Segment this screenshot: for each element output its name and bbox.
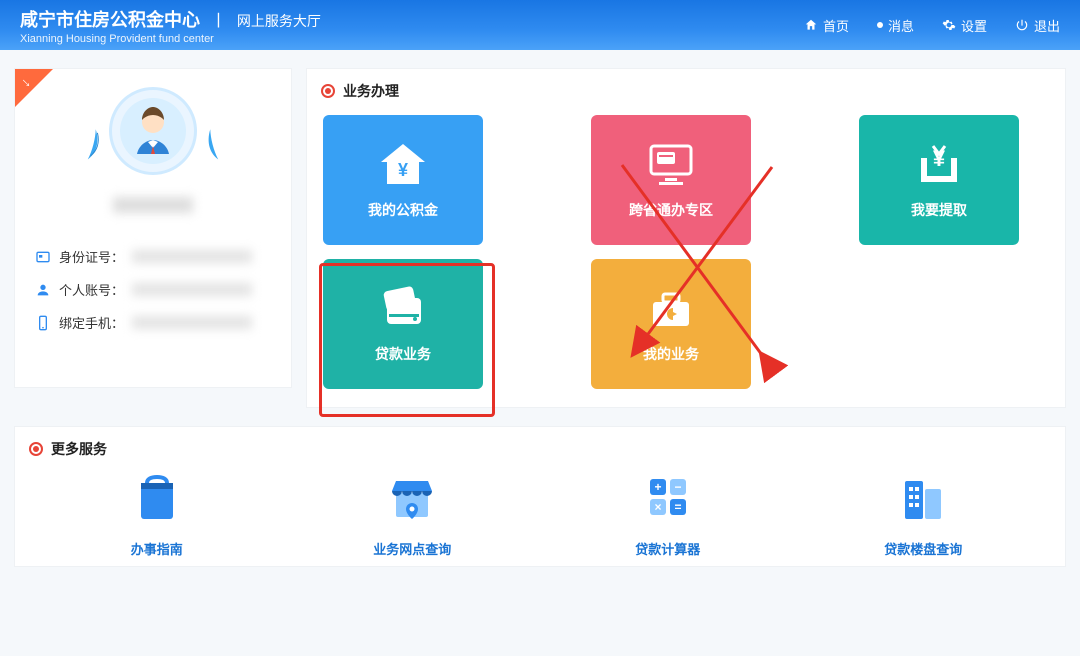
title-separator: 丨 xyxy=(204,13,232,30)
power-icon xyxy=(1015,18,1029,32)
house-yen-icon: ¥ xyxy=(375,140,431,190)
site-subtitle: 网上服务大厅 xyxy=(237,13,321,29)
tile-loan-label: 贷款业务 xyxy=(375,344,431,364)
row-phone: 绑定手机： xyxy=(35,306,271,339)
row-phone-label: 绑定手机： xyxy=(59,313,124,332)
tiles-row-1: ¥ 我的公积金 跨省通办专区 ¥ 我要提取 xyxy=(321,111,1051,251)
row-id-value-redacted xyxy=(132,250,252,263)
avatar-icon xyxy=(120,98,186,164)
panel-header-services: 业务办理 xyxy=(321,81,1051,101)
phone-icon xyxy=(35,315,51,331)
panel-more-services: 更多服务 办事指南 业务网点查询 + − × xyxy=(14,426,1066,567)
tile-cross-province[interactable]: 跨省通办专区 xyxy=(591,115,751,245)
buildings-icon xyxy=(891,469,955,525)
app-header: 咸宁市住房公积金中心 丨 网上服务大厅 Xianning Housing Pro… xyxy=(0,0,1080,50)
spacer xyxy=(769,115,841,116)
tile-loan[interactable]: 贷款业务 xyxy=(323,259,483,389)
service-calc-label: 贷款计算器 xyxy=(635,539,700,558)
row-id-label: 身份证号： xyxy=(59,247,124,266)
tile-my-business[interactable]: 我的业务 xyxy=(591,259,751,389)
nav-settings[interactable]: 设置 xyxy=(942,16,987,35)
tile-cross-province-label: 跨省通办专区 xyxy=(629,200,713,220)
panel-title-more: 更多服务 xyxy=(51,439,107,459)
panel-title-services: 业务办理 xyxy=(343,81,399,101)
id-card-icon xyxy=(35,249,51,265)
nav-logout-label: 退出 xyxy=(1034,16,1060,35)
home-icon xyxy=(804,18,818,32)
service-loan-estate-query[interactable]: 贷款楼盘查询 xyxy=(833,469,1013,558)
panel-header-more: 更多服务 xyxy=(29,439,1051,459)
service-estate-label: 贷款楼盘查询 xyxy=(884,539,962,558)
svg-text:+: + xyxy=(654,480,661,494)
nav-messages-label: 消息 xyxy=(888,16,914,35)
service-guide-label: 办事指南 xyxy=(131,539,183,558)
services-row: 办事指南 业务网点查询 + − × = 贷款计算器 xyxy=(29,469,1051,558)
panel-services: 业务办理 ¥ 我的公积金 跨省通办专区 xyxy=(306,68,1066,408)
svg-text:×: × xyxy=(654,500,661,514)
nav-settings-label: 设置 xyxy=(961,16,987,35)
avatar-wrap xyxy=(88,87,218,187)
laurel-right-icon xyxy=(182,119,232,162)
nav-home-label: 首页 xyxy=(823,16,849,35)
row-phone-value-redacted xyxy=(132,316,252,329)
spacer xyxy=(501,115,573,116)
row-account-value-redacted xyxy=(132,283,252,296)
row-account-label: 个人账号： xyxy=(59,280,124,299)
gear-icon xyxy=(942,18,956,32)
svg-text:=: = xyxy=(674,500,681,514)
svg-text:−: − xyxy=(674,480,681,494)
service-loan-calculator[interactable]: + − × = 贷款计算器 xyxy=(578,469,758,558)
avatar xyxy=(109,87,197,175)
tile-withdraw-label: 我要提取 xyxy=(911,200,967,220)
site-title: 咸宁市住房公积金中心 xyxy=(20,10,200,30)
site-title-en: Xianning Housing Provident fund center xyxy=(20,33,321,45)
row-id: 身份证号： xyxy=(35,240,271,273)
tiles-row-2: 贷款业务 我的业务 xyxy=(321,255,1051,395)
tile-my-business-label: 我的业务 xyxy=(643,344,699,364)
dot-icon xyxy=(877,22,883,28)
user-info-list: 身份证号： 个人账号： 绑定手机： xyxy=(35,240,271,339)
wallet-cards-icon xyxy=(375,284,431,334)
user-card: 身份证号： 个人账号： 绑定手机： xyxy=(14,68,292,388)
service-branch-query[interactable]: 业务网点查询 xyxy=(322,469,502,558)
store-icon xyxy=(380,469,444,525)
monitor-card-icon xyxy=(643,140,699,190)
spacer xyxy=(501,259,573,260)
user-name-redacted xyxy=(113,197,193,213)
service-branch-label: 业务网点查询 xyxy=(373,539,451,558)
top-nav: 首页 消息 设置 退出 xyxy=(804,16,1060,35)
nav-home[interactable]: 首页 xyxy=(804,16,849,35)
row-account: 个人账号： xyxy=(35,273,271,306)
nav-messages[interactable]: 消息 xyxy=(877,16,914,35)
site-title-block: 咸宁市住房公积金中心 丨 网上服务大厅 Xianning Housing Pro… xyxy=(20,6,321,45)
service-guide[interactable]: 办事指南 xyxy=(67,469,247,558)
tile-withdraw[interactable]: ¥ 我要提取 xyxy=(859,115,1019,245)
tile-my-fund[interactable]: ¥ 我的公积金 xyxy=(323,115,483,245)
person-icon xyxy=(35,282,51,298)
guide-bag-icon xyxy=(125,469,189,525)
nav-logout[interactable]: 退出 xyxy=(1015,16,1060,35)
calculator-icon: + − × = xyxy=(636,469,700,525)
page-body: 身份证号： 个人账号： 绑定手机： 业务办理 xyxy=(0,50,1080,426)
bullet-icon xyxy=(29,442,43,456)
withdraw-yen-icon: ¥ xyxy=(911,140,967,190)
corner-ribbon-icon xyxy=(15,69,53,107)
tile-my-fund-label: 我的公积金 xyxy=(368,200,438,220)
toolbox-icon xyxy=(643,284,699,334)
svg-text:¥: ¥ xyxy=(398,160,408,180)
bullet-icon xyxy=(321,84,335,98)
